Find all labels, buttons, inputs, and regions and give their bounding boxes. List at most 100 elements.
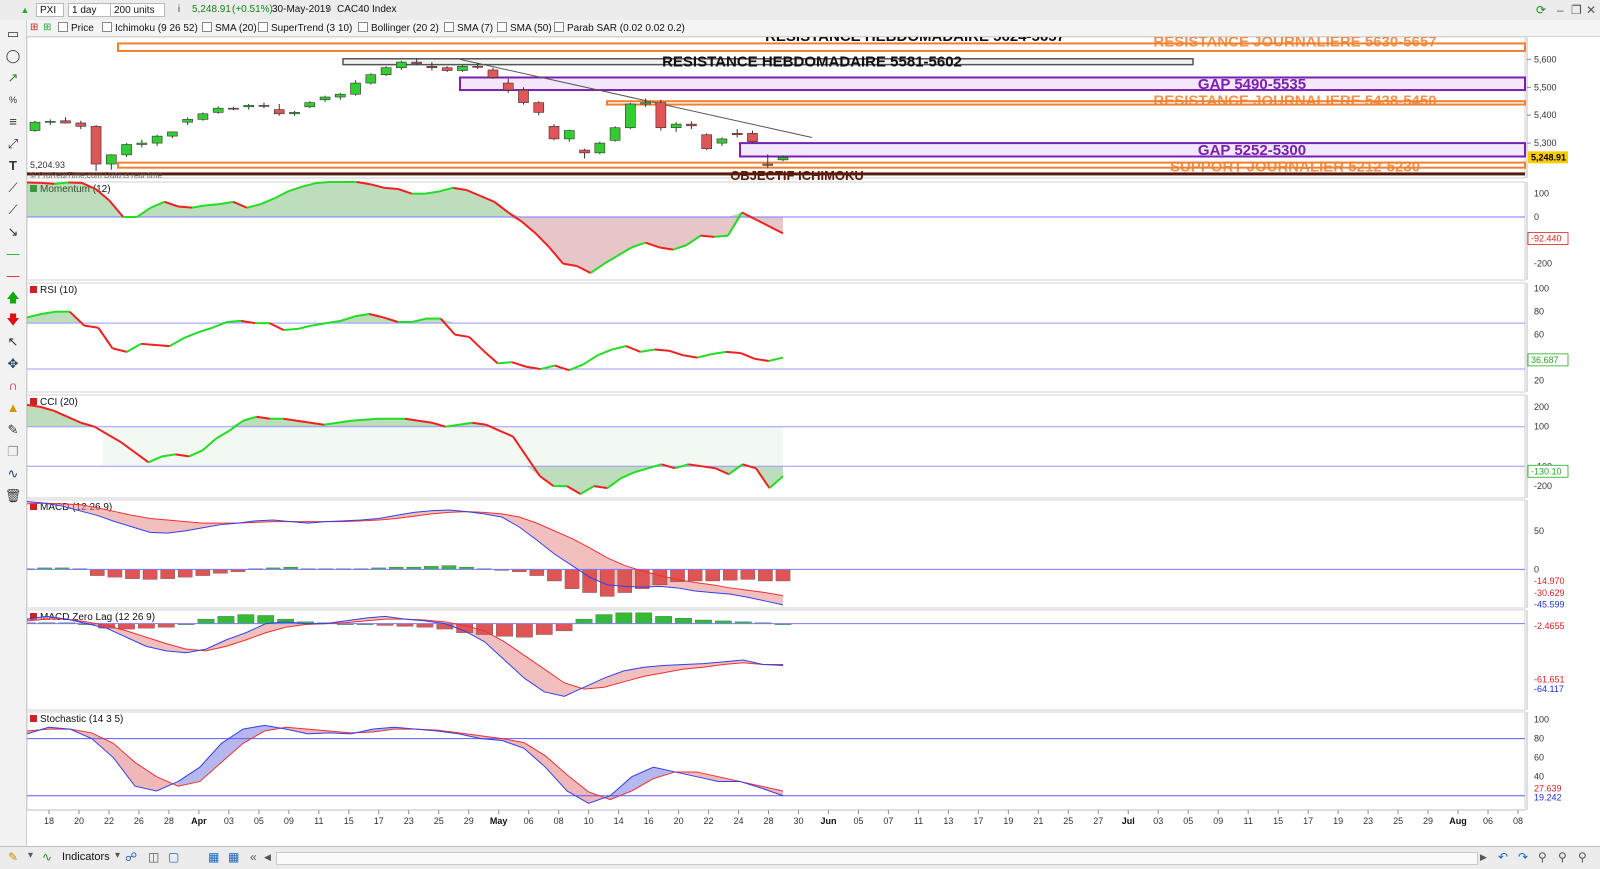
- chart-icon[interactable]: ↗: [4, 70, 22, 86]
- indicator-checkbox[interactable]: [554, 22, 564, 32]
- x-tick-label: 03: [1153, 816, 1163, 826]
- refresh-icon[interactable]: ⟳: [1536, 3, 1546, 17]
- x-tick-label: 08: [554, 816, 564, 826]
- indicator-chip[interactable]: Price: [58, 22, 94, 34]
- minimize-icon[interactable]: –: [1557, 3, 1564, 17]
- rsi-line: [655, 350, 669, 351]
- add-indicator-icon[interactable]: ⊞: [30, 22, 38, 34]
- zoom-reset-icon[interactable]: ⚲: [1538, 850, 1547, 864]
- layout-icon[interactable]: ▦: [208, 850, 219, 864]
- fan-icon[interactable]: ⤢: [4, 136, 22, 152]
- ellipse-icon[interactable]: ◯: [4, 48, 22, 64]
- dropdown-icon[interactable]: ▾: [28, 850, 33, 861]
- zone-label: GAP 5490-5535: [1198, 76, 1306, 93]
- histogram-bar: [616, 613, 632, 624]
- line-icon[interactable]: ⟋: [4, 180, 22, 196]
- histogram-bar: [536, 624, 552, 635]
- x-tick-label: 24: [734, 816, 744, 826]
- indicators-button[interactable]: Indicators: [62, 851, 110, 863]
- indicator-chip[interactable]: SuperTrend (3 10): [258, 22, 352, 34]
- indicator-chip[interactable]: Ichimoku (9 26 52): [102, 22, 198, 34]
- wave-icon[interactable]: ∿: [4, 466, 22, 482]
- text-icon[interactable]: T: [4, 158, 22, 174]
- horizontal-scrollbar[interactable]: [276, 852, 1478, 865]
- indicator-chip[interactable]: Parab SAR (0.02 0.02 0.2): [554, 22, 685, 34]
- histogram-bar: [437, 624, 453, 629]
- units-selector[interactable]: 200 units: [110, 3, 165, 17]
- window-icon[interactable]: ▢: [168, 850, 179, 864]
- grid-icon[interactable]: ▦: [228, 850, 239, 864]
- horizontal-line-icon[interactable]: —: [4, 246, 22, 262]
- indicator-chip[interactable]: SMA (7): [444, 22, 493, 34]
- move-icon[interactable]: ✥: [4, 356, 22, 372]
- scroll-right-icon[interactable]: ▶: [1480, 852, 1487, 863]
- value-tag-label: -92.440: [1531, 234, 1562, 244]
- x-tick-label: 10: [584, 816, 594, 826]
- indicators-icon[interactable]: ∿: [42, 850, 52, 864]
- indicator-bar: ⊞ ⊞ Price Ichimoku (9 26 52) SMA (20) Su…: [0, 20, 1600, 37]
- indicator-checkbox[interactable]: [202, 22, 212, 32]
- indicator-checkbox[interactable]: [358, 22, 368, 32]
- indicator-chip[interactable]: SMA (20): [202, 22, 257, 34]
- histogram-bar: [655, 616, 671, 623]
- scroll-start-icon[interactable]: «: [250, 850, 257, 864]
- trash-icon[interactable]: 🗑: [4, 488, 22, 504]
- indicator-chip[interactable]: Bollinger (20 2): [358, 22, 439, 34]
- indicator-checkbox[interactable]: [58, 22, 68, 32]
- info-icon[interactable]: i: [173, 3, 185, 17]
- candle-body: [732, 133, 742, 134]
- scroll-left-icon[interactable]: ◀: [264, 852, 271, 863]
- pencil-icon[interactable]: ✎: [8, 850, 18, 864]
- cursor-icon[interactable]: ↖: [4, 334, 22, 350]
- candle-body: [244, 105, 254, 106]
- restore-icon[interactable]: ❐: [1571, 3, 1582, 17]
- percent-icon[interactable]: %: [4, 92, 22, 108]
- instrument-name: CAC40 Index: [334, 3, 399, 17]
- candle-body: [412, 62, 422, 63]
- undo-icon[interactable]: ↶: [1498, 850, 1508, 864]
- share-icon[interactable]: ☍: [125, 850, 137, 864]
- segment-icon[interactable]: ⟋: [4, 202, 22, 218]
- candle-body: [320, 97, 330, 100]
- settings-indicator-icon[interactable]: ⊞: [43, 22, 51, 34]
- histogram-bar: [158, 624, 174, 628]
- y-tick-label: 60: [1534, 753, 1544, 763]
- ray-icon[interactable]: ↘: [4, 224, 22, 240]
- zone-label: GAP 5252-5300: [1198, 142, 1306, 159]
- close-icon[interactable]: ✕: [1586, 3, 1596, 17]
- zoom-out-icon[interactable]: ⚲: [1558, 850, 1567, 864]
- cci-line: [351, 420, 365, 421]
- arrow-up-icon[interactable]: 🡅: [4, 290, 22, 306]
- chart-canvas[interactable]: 1820222628Apr030509111517232529May060810…: [0, 0, 1600, 868]
- indicator-checkbox[interactable]: [102, 22, 112, 32]
- x-tick-label: 19: [1333, 816, 1343, 826]
- chart-type-icon[interactable]: ▲: [18, 3, 32, 17]
- histogram-bar: [218, 616, 234, 623]
- histogram-bar: [758, 569, 772, 581]
- horizontal-line-red-icon[interactable]: —: [4, 268, 22, 284]
- indicator-checkbox[interactable]: [258, 22, 268, 32]
- eraser-icon[interactable]: ✎: [4, 422, 22, 438]
- copy-icon[interactable]: ❐: [4, 444, 22, 460]
- symbol-selector[interactable]: PXI: [36, 3, 64, 17]
- x-tick-label: 30: [793, 816, 803, 826]
- period-selector[interactable]: 1 day: [68, 3, 112, 17]
- indicators-dropdown-icon[interactable]: ▾: [115, 850, 120, 861]
- fibonacci-icon[interactable]: ≡: [4, 114, 22, 130]
- source-note: © ProRealTime.com Data is real time: [30, 171, 163, 180]
- panel-icon[interactable]: ◫: [148, 850, 159, 864]
- y-tick-label: 80: [1534, 307, 1544, 317]
- candle-body: [381, 68, 391, 75]
- histogram-bar: [618, 569, 632, 592]
- indicator-checkbox[interactable]: [497, 22, 507, 32]
- arrow-down-icon[interactable]: 🡇: [4, 312, 22, 328]
- redo-icon[interactable]: ↷: [1518, 850, 1528, 864]
- indicator-checkbox[interactable]: [444, 22, 454, 32]
- candle-body: [228, 108, 238, 109]
- indicator-chip[interactable]: SMA (50): [497, 22, 552, 34]
- magnet-icon[interactable]: ∩: [4, 378, 22, 394]
- zoom-in-icon[interactable]: ⚲: [1578, 850, 1587, 864]
- y-tick-label: 100: [1534, 189, 1549, 199]
- rectangle-icon[interactable]: ▭: [4, 26, 22, 42]
- alert-icon[interactable]: ▲: [4, 400, 22, 416]
